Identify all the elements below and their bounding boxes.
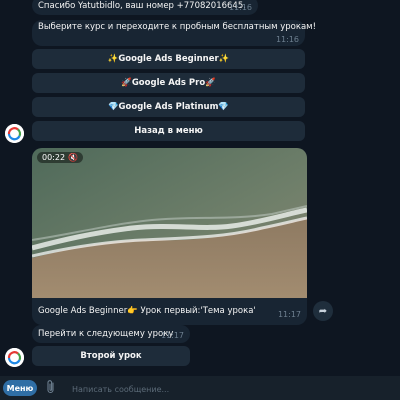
message-text: Перейти к следующему уроку [38,329,174,339]
course-beginner-button[interactable]: ✨Google Ads Beginner✨ [32,49,305,69]
message-bubble: Спасибо Yatutbidlo, ваш номер +770820166… [32,0,258,15]
menu-button[interactable]: Меню [3,380,37,396]
message-text: Выберите курс и переходите к пробным бес… [38,22,316,32]
composer-bar: Меню [0,376,400,400]
message-bubble: Перейти к следующему уроку 11:17 [32,325,190,343]
video-message: 00:22 🔇 Google Ads Beginner👉 Урок первый… [32,148,307,325]
course-platinum-button[interactable]: 💎Google Ads Platinum💎 [32,97,305,117]
message-time: 11:16 [228,3,252,12]
message-time: 11:16 [275,35,299,44]
video-thumbnail[interactable] [32,148,307,298]
message-text: Спасибо Yatutbidlo, ваш номер +770820166… [38,1,246,11]
duration-text: 00:22 [42,153,66,162]
bot-avatar-icon[interactable] [5,348,24,367]
bot-avatar-icon[interactable] [5,124,24,143]
message-input[interactable] [70,380,394,398]
message-time: 11:17 [277,310,301,319]
back-to-menu-button[interactable]: Назад в меню [32,121,305,141]
message-bubble: Выберите курс и переходите к пробным бес… [32,20,316,46]
course-pro-button[interactable]: 🚀Google Ads Pro🚀 [32,73,305,93]
second-lesson-button[interactable]: Второй урок [32,346,190,366]
paperclip-icon[interactable] [46,379,56,398]
mute-icon[interactable]: 🔇 [68,153,78,162]
video-duration: 00:22 🔇 [37,152,84,163]
message-time: 11:17 [160,331,184,340]
video-caption: Google Ads Beginner👉 Урок первый:'Тема у… [38,306,256,316]
share-icon[interactable]: ➦ [313,301,333,321]
